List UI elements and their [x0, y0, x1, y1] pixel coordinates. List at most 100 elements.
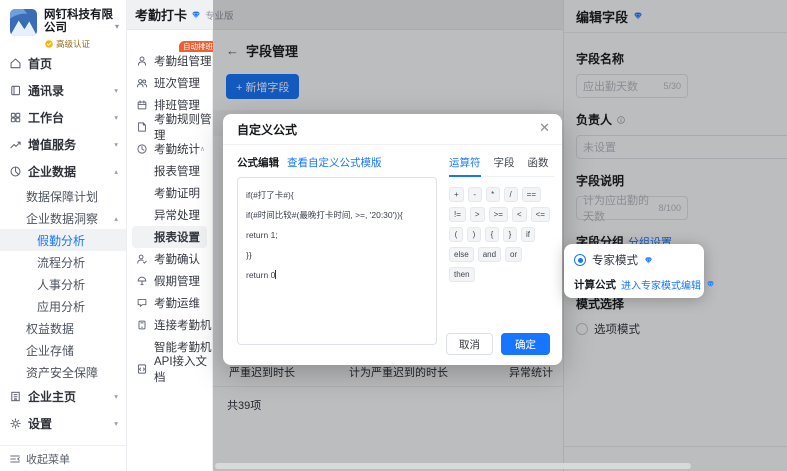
sidebar-item-settings[interactable]: 设置 ▾ — [0, 410, 126, 437]
sidebar-item-workbench[interactable]: 工作台 ▾ — [0, 104, 126, 131]
operator-button[interactable]: if — [521, 227, 535, 242]
menu-item-report-settings[interactable]: 报表设置 — [132, 226, 207, 248]
operator-button[interactable]: ( — [449, 227, 463, 242]
enter-expert-mode-link[interactable]: 进入专家模式编辑 — [621, 277, 701, 292]
menu-item-attendance-groups[interactable]: 考勤组管理 自动排班 — [127, 50, 212, 72]
api-icon — [136, 363, 148, 375]
menu-item-attendance-ops[interactable]: 考勤运维 — [127, 292, 212, 314]
operator-button[interactable]: != — [449, 207, 466, 222]
operator-button[interactable]: + — [449, 187, 464, 202]
document-icon — [136, 121, 148, 133]
umbrella-icon — [136, 275, 148, 287]
chevron-down-icon: ▾ — [114, 113, 118, 122]
operator-button[interactable]: and — [478, 247, 501, 262]
chevron-down-icon: ▾ — [114, 86, 118, 95]
collapse-menu-button[interactable]: 收起菜单 — [0, 445, 126, 471]
operator-button[interactable]: else — [449, 247, 474, 262]
sidebar-item-enterprise-homepage[interactable]: 企业主页 ▾ — [0, 383, 126, 410]
chevron-up-icon: ▴ — [114, 167, 118, 176]
sidebar-item-enterprise-data[interactable]: 企业数据 ▴ — [0, 158, 126, 185]
chevron-up-icon: ▴ — [114, 214, 118, 223]
operator-button[interactable]: - — [468, 187, 482, 202]
sidebar-item-enterprise-storage[interactable]: 企业存储 — [0, 339, 126, 361]
menu-item-attendance-proof[interactable]: 考勤证明 — [127, 182, 212, 204]
pie-icon — [9, 165, 22, 178]
chat-icon — [136, 297, 148, 309]
sidebar-item-process-analysis[interactable]: 流程分析 — [0, 251, 126, 273]
code-line: if(#时间比较#(最晚打卡时间, >=, '20:30')){ — [246, 205, 428, 225]
menu-item-connect-machine[interactable]: 连接考勤机 ∧ — [127, 314, 212, 336]
close-icon[interactable]: ✕ — [539, 121, 550, 134]
tab-functions[interactable]: 函数 — [528, 155, 549, 170]
code-line: if(#打了卡#){ — [246, 185, 428, 205]
operator-button[interactable]: ) — [467, 227, 481, 242]
operator-button[interactable]: or — [505, 247, 522, 262]
sidebar-item-value-services[interactable]: 增值服务 ▾ — [0, 131, 126, 158]
company-switcher[interactable]: 网钉科技有限公司 高级认证 ▾ — [0, 0, 126, 50]
operator-buttons: + - * / == != > >= < <= ( ) { } if else … — [449, 187, 551, 282]
contacts-icon — [9, 84, 22, 97]
text-cursor — [275, 270, 276, 279]
menu-item-attendance-rules[interactable]: 考勤规则管理 — [127, 116, 212, 138]
menu-item-exception-handling[interactable]: 异常处理 — [127, 204, 212, 226]
tab-operators[interactable]: 运算符 — [449, 155, 481, 170]
app-title: 考勤打卡 — [135, 5, 187, 24]
operator-button[interactable]: < — [512, 207, 527, 222]
menu-item-api-docs[interactable]: API接入文档 — [127, 358, 212, 380]
chevron-down-icon: ▾ — [114, 140, 118, 149]
menu-item-holiday-management[interactable]: 假期管理 — [127, 270, 212, 292]
collapse-icon — [9, 453, 21, 465]
diamond-icon — [191, 10, 201, 20]
operator-button[interactable]: == — [522, 187, 541, 202]
cancel-button[interactable]: 取消 — [446, 333, 493, 355]
sidebar-item-contacts[interactable]: 通讯录 ▾ — [0, 77, 126, 104]
formula-code-editor[interactable]: if(#打了卡#){ if(#时间比较#(最晚打卡时间, >=, '20:30'… — [237, 177, 437, 345]
operator-button[interactable]: <= — [531, 207, 550, 222]
code-line: return 0 — [246, 265, 428, 285]
operator-button[interactable]: { — [485, 227, 499, 242]
grid-icon — [9, 111, 22, 124]
tab-fields[interactable]: 字段 — [494, 155, 515, 170]
people-icon — [136, 77, 148, 89]
sidebar-item-data-insight[interactable]: 企业数据洞察 ▴ — [0, 207, 126, 229]
sidebar-item-app-analysis[interactable]: 应用分析 — [0, 295, 126, 317]
chevron-down-icon: ▾ — [114, 419, 118, 428]
expert-mode-radio[interactable]: 专家模式 — [574, 252, 694, 268]
trend-icon — [9, 138, 22, 151]
sidebar-item-rights-data[interactable]: 权益数据 — [0, 317, 126, 339]
formula-editor-label: 公式编辑 — [237, 155, 279, 170]
certification-badge: 高级认证 — [44, 38, 116, 50]
sidebar-item-asset-security[interactable]: 资产安全保障 — [0, 361, 126, 383]
person-icon — [136, 55, 148, 67]
confirm-button[interactable]: 确定 — [501, 333, 550, 355]
gear-icon — [9, 417, 22, 430]
operator-button[interactable]: >= — [489, 207, 508, 222]
device-icon — [136, 319, 148, 331]
sidebar-item-hr-analysis[interactable]: 人事分析 — [0, 273, 126, 295]
promo-badge: 自动排班 — [179, 41, 217, 52]
formula-template-link[interactable]: 查看自定义公式模版 — [287, 155, 382, 170]
menu-item-shift-management[interactable]: 班次管理 — [127, 72, 212, 94]
sidebar-item-data-protection[interactable]: 数据保障计划 — [0, 185, 126, 207]
calendar-icon — [136, 99, 148, 111]
sidebar-item-home[interactable]: 首页 — [0, 50, 126, 77]
diamond-icon — [706, 280, 715, 289]
operator-button[interactable]: then — [449, 267, 475, 282]
sidebar-item-attendance-analysis[interactable]: 假勤分析 — [0, 229, 126, 251]
clock-icon — [136, 143, 148, 155]
company-name: 网钉科技有限公司 — [44, 9, 116, 35]
horizontal-scrollbar[interactable] — [215, 463, 691, 469]
operator-button[interactable]: } — [503, 227, 517, 242]
menu-item-attendance-confirmation[interactable]: 考勤确认 — [127, 248, 212, 270]
building-icon — [9, 390, 22, 403]
expert-mode-spotlight: 专家模式 计算公式 进入专家模式编辑 — [564, 244, 704, 298]
menu-item-attendance-statistics[interactable]: 考勤统计 ∧ — [127, 138, 212, 160]
operator-button[interactable]: / — [504, 187, 518, 202]
radio-checked-icon — [574, 254, 586, 266]
check-person-icon — [136, 253, 148, 265]
chevron-up-icon: ∧ — [200, 321, 205, 329]
operator-button[interactable]: > — [470, 207, 485, 222]
operator-button[interactable]: * — [486, 187, 500, 202]
home-icon — [9, 57, 22, 70]
menu-item-report-management[interactable]: 报表管理 — [127, 160, 212, 182]
